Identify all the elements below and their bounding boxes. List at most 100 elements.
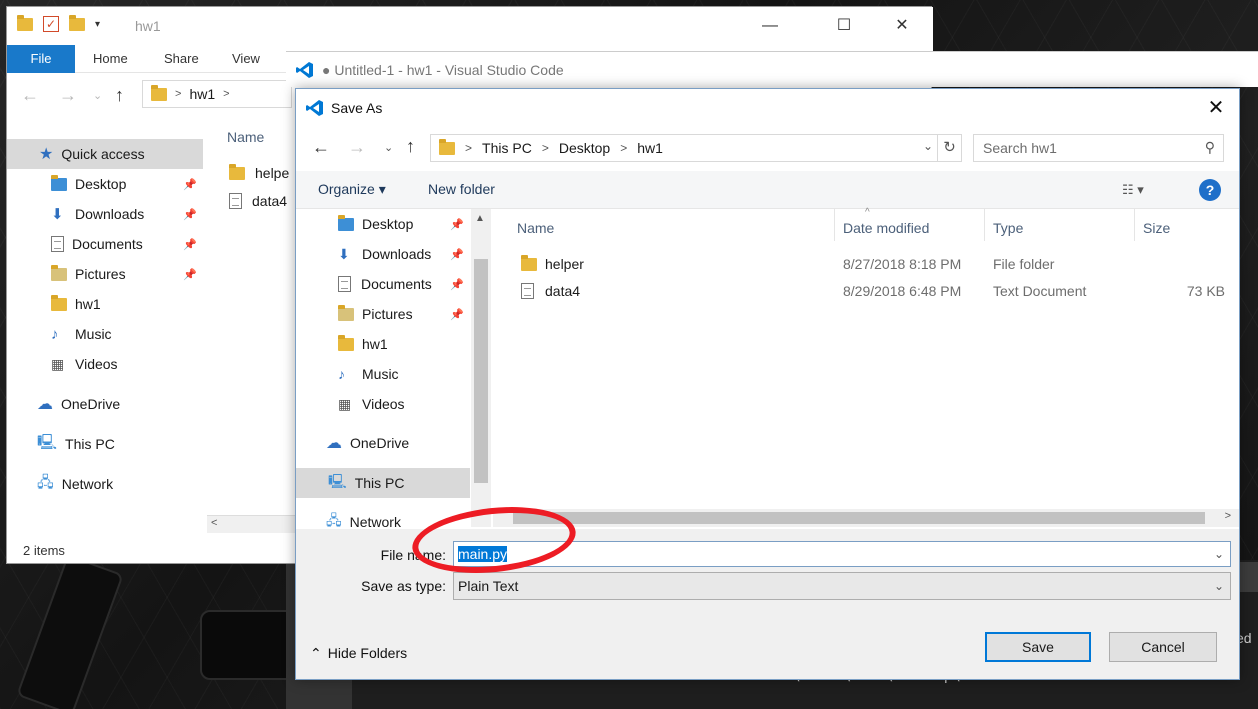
breadcrumb-desktop[interactable]: Desktop xyxy=(559,140,610,156)
sidebar-item-desktop[interactable]: Desktop 📌 xyxy=(7,169,203,199)
back-arrow-icon[interactable]: ← xyxy=(21,85,39,106)
search-input[interactable]: Search hw1 ⚲ xyxy=(973,134,1224,162)
new-folder-button[interactable]: New folder xyxy=(428,181,495,197)
sidebar-item-hw1[interactable]: hw1 xyxy=(7,289,203,319)
tree-item-hw1[interactable]: hw1 xyxy=(296,329,470,359)
chevron-right-icon: > xyxy=(541,141,549,155)
sidebar-item-label: Desktop xyxy=(75,176,127,192)
organize-button[interactable]: Organize ▾ xyxy=(318,181,386,198)
breadcrumb-hw1[interactable]: hw1 xyxy=(189,86,215,102)
breadcrumb-hw1[interactable]: hw1 xyxy=(637,140,663,156)
forward-arrow-icon[interactable]: → xyxy=(348,137,366,158)
file-type: Text Document xyxy=(993,283,1087,299)
cancel-button[interactable]: Cancel xyxy=(1109,632,1217,662)
sidebar-item-music[interactable]: ♪ Music xyxy=(7,319,203,349)
save-button[interactable]: Save xyxy=(985,632,1091,662)
tree-item-label: This PC xyxy=(354,475,405,491)
chevron-down-icon: ⌄ xyxy=(1213,579,1224,593)
up-arrow-icon[interactable]: ↑ xyxy=(406,136,415,157)
scroll-up-icon[interactable]: ▲ xyxy=(475,213,485,224)
computer-icon: 🖳 xyxy=(328,473,347,489)
folder-icon xyxy=(521,255,537,271)
refresh-icon[interactable]: ↻ xyxy=(937,135,961,161)
table-row[interactable]: data4 8/29/2018 6:48 PM Text Document 73… xyxy=(493,278,1239,305)
scrollbar-thumb[interactable] xyxy=(513,512,1205,524)
tree-item-documents[interactable]: Documents 📌 xyxy=(296,269,470,299)
forward-arrow-icon[interactable]: → xyxy=(59,85,77,106)
scroll-right-icon[interactable]: > xyxy=(1225,510,1231,522)
sidebar-item-quick-access[interactable]: ★ Quick access xyxy=(7,139,203,169)
recent-chevron-icon[interactable]: ⌄ xyxy=(384,141,393,154)
scroll-left-icon[interactable]: < xyxy=(211,517,217,529)
tree-item-label: hw1 xyxy=(362,336,388,352)
list-item[interactable]: data4 xyxy=(229,193,287,209)
list-item[interactable]: helpe xyxy=(229,163,289,181)
text-file-icon xyxy=(521,283,534,299)
recent-chevron-icon[interactable]: ⌄ xyxy=(93,89,102,102)
documents-icon xyxy=(338,276,351,292)
folder-icon xyxy=(338,334,354,351)
column-divider[interactable] xyxy=(984,209,985,241)
column-divider[interactable] xyxy=(1134,209,1135,241)
up-arrow-icon[interactable]: ↑ xyxy=(115,85,124,106)
column-divider[interactable] xyxy=(834,209,835,241)
help-icon[interactable]: ? xyxy=(1199,179,1221,201)
sidebar-item-pictures[interactable]: Pictures 📌 xyxy=(7,259,203,289)
chevron-down-icon[interactable]: ⌄ xyxy=(1214,542,1224,566)
file-type: File folder xyxy=(993,256,1055,272)
sidebar-item-label: Downloads xyxy=(75,206,145,222)
vscode-logo-icon xyxy=(306,100,323,116)
breadcrumb-this-pc[interactable]: This PC xyxy=(482,140,532,156)
pictures-icon xyxy=(338,304,354,321)
sidebar-item-documents[interactable]: Documents 📌 xyxy=(7,229,203,259)
tree-item-onedrive[interactable]: ☁ OneDrive xyxy=(296,428,470,458)
save-as-dialog: Save As ✕ ← → ⌄ ↑ > This PC > Desktop > … xyxy=(295,88,1240,680)
maximize-button[interactable]: ☐ xyxy=(821,7,867,45)
chevron-down-icon[interactable]: ▾ xyxy=(95,19,100,30)
table-row[interactable]: helper 8/27/2018 8:18 PM File folder xyxy=(493,251,1239,278)
column-header-name[interactable]: Name xyxy=(517,217,554,239)
chevron-down-icon[interactable]: ⌄ xyxy=(923,139,933,153)
address-bar[interactable]: > hw1 > xyxy=(142,80,292,108)
text-file-icon xyxy=(229,193,242,209)
sidebar-item-network[interactable]: 🖧 Network xyxy=(7,469,203,499)
sidebar-item-label: Music xyxy=(75,326,112,342)
tree-item-desktop[interactable]: Desktop 📌 xyxy=(296,209,470,239)
horizontal-scrollbar[interactable]: < xyxy=(207,515,297,533)
view-options-icon[interactable]: ☷ ▾ xyxy=(1122,182,1144,198)
column-header-name[interactable]: Name xyxy=(227,129,264,145)
tree-item-downloads[interactable]: ⬇ Downloads 📌 xyxy=(296,239,470,269)
scrollbar-thumb[interactable] xyxy=(474,259,488,483)
sidebar-item-onedrive[interactable]: ☁ OneDrive xyxy=(7,389,203,419)
properties-icon[interactable]: ✓ xyxy=(43,16,59,32)
back-arrow-icon[interactable]: ← xyxy=(312,137,330,158)
minimize-button[interactable]: — xyxy=(747,7,793,45)
address-bar[interactable]: > This PC > Desktop > hw1 ⌄ ↻ xyxy=(430,134,962,162)
column-header-type[interactable]: Type xyxy=(993,217,1023,239)
tree-scrollbar[interactable]: ▲ xyxy=(471,209,491,527)
sidebar-item-downloads[interactable]: ⬇ Downloads 📌 xyxy=(7,199,203,229)
file-size: 73 KB xyxy=(1186,283,1225,299)
tree-item-videos[interactable]: ▦ Videos xyxy=(296,389,470,419)
close-button[interactable]: ✕ xyxy=(1193,89,1239,127)
close-button[interactable]: ✕ xyxy=(879,7,925,45)
navigation-pane: Desktop 📌 ⬇ Downloads 📌 Documents 📌 Pict… xyxy=(296,209,491,527)
horizontal-scrollbar[interactable]: > xyxy=(493,509,1239,527)
sidebar-item-videos[interactable]: ▦ Videos xyxy=(7,349,203,379)
pin-icon: 📌 xyxy=(450,278,464,291)
tree-item-music[interactable]: ♪ Music xyxy=(296,359,470,389)
tab-home[interactable]: Home xyxy=(93,45,128,73)
dialog-nav-bar: ← → ⌄ ↑ > This PC > Desktop > hw1 ⌄ ↻ Se… xyxy=(296,129,1239,167)
tab-view[interactable]: View xyxy=(232,45,260,73)
column-header-date-modified[interactable]: Date modified xyxy=(843,217,929,239)
sidebar-item-this-pc[interactable]: 🖳 This PC xyxy=(7,429,203,459)
tree-item-this-pc[interactable]: 🖳 This PC xyxy=(296,468,470,498)
save-type-select[interactable]: Plain Text ⌄ xyxy=(453,572,1231,600)
tab-share[interactable]: Share xyxy=(164,45,199,73)
tree-item-pictures[interactable]: Pictures 📌 xyxy=(296,299,470,329)
status-bar-count: 2 items xyxy=(23,543,65,558)
tab-file[interactable]: File xyxy=(7,45,75,73)
new-folder-icon[interactable] xyxy=(69,14,85,31)
hide-folders-toggle[interactable]: ⌃ Hide Folders xyxy=(310,645,407,662)
column-header-size[interactable]: Size xyxy=(1143,217,1170,239)
